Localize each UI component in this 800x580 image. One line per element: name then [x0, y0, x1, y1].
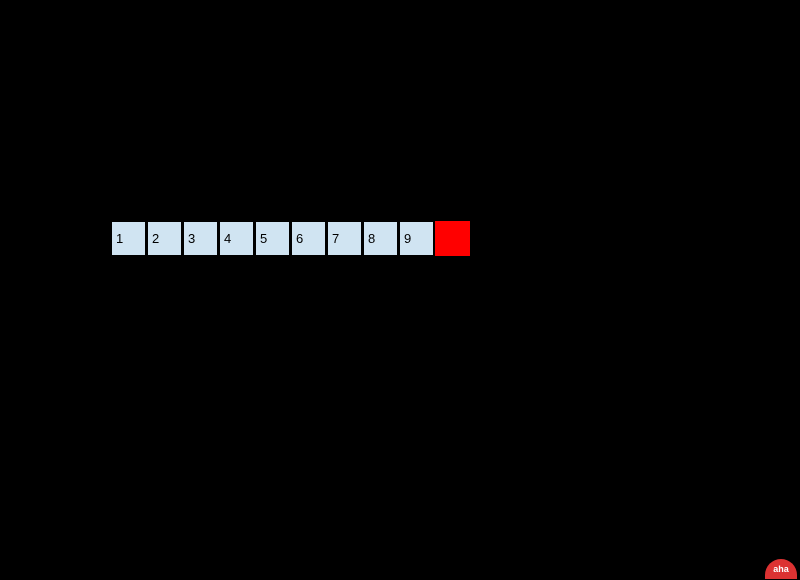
array-cell-highlight — [435, 221, 470, 256]
array-cell: 7 — [327, 221, 362, 256]
array-cell: 3 — [183, 221, 218, 256]
array-cell: 8 — [363, 221, 398, 256]
array-cell: 4 — [219, 221, 254, 256]
watermark-logo: aha — [765, 559, 797, 579]
array-cell: 2 — [147, 221, 182, 256]
array-cell: 6 — [291, 221, 326, 256]
array-cell: 1 — [111, 221, 146, 256]
array-row: 1 2 3 4 5 6 7 8 9 — [111, 221, 470, 256]
array-cell: 9 — [399, 221, 434, 256]
array-cell: 5 — [255, 221, 290, 256]
